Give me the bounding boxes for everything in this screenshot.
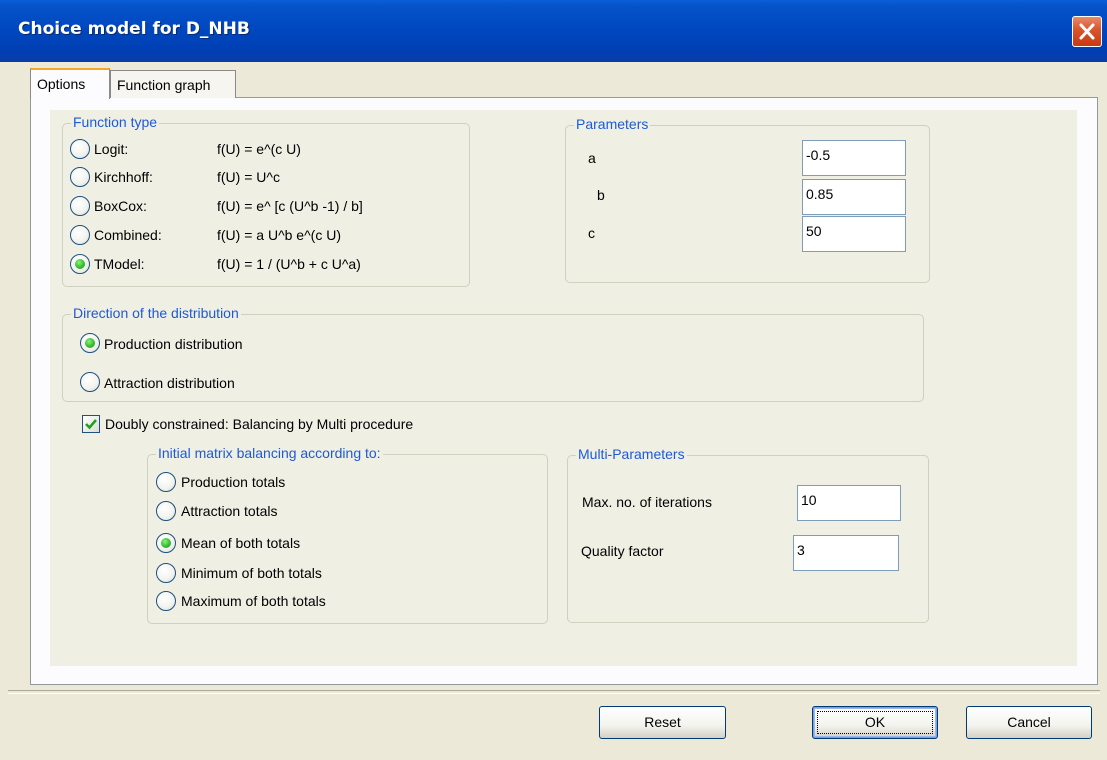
multi-parameters-label: Multi-Parameters (576, 446, 687, 462)
ok-button[interactable]: OK (812, 706, 938, 739)
boxcox-formula: f(U) = e^ [c (U^b -1) / b] (217, 198, 363, 214)
ok-button-label: OK (864, 714, 886, 730)
max-iterations-label: Max. no. of iterations (582, 494, 712, 510)
maximum-totals-label: Maximum of both totals (181, 593, 326, 609)
close-button[interactable] (1072, 16, 1102, 47)
param-c-label: c (588, 225, 595, 241)
max-iterations-input[interactable]: 10 (797, 485, 901, 521)
radio-tmodel[interactable] (70, 254, 90, 274)
cancel-button-label: Cancel (1007, 714, 1051, 730)
parameters-label: Parameters (574, 116, 651, 132)
doubly-constrained-label: Doubly constrained: Balancing by Multi p… (105, 416, 414, 432)
attraction-distribution-label: Attraction distribution (104, 375, 235, 391)
tab-function-graph[interactable]: Function graph (110, 70, 236, 98)
radio-mean-totals[interactable] (156, 533, 176, 553)
options-area: Function type Logit: f(U) = e^(c U) Kirc… (50, 110, 1077, 666)
minimum-totals-label: Minimum of both totals (181, 565, 322, 581)
mean-totals-label: Mean of both totals (181, 535, 301, 551)
quality-factor-input[interactable]: 3 (793, 535, 899, 571)
param-b-label: b (597, 187, 605, 203)
radio-maximum-totals[interactable] (156, 591, 176, 611)
tab-options-label: Options (37, 76, 86, 92)
footer-separator (8, 690, 1100, 694)
quality-factor-label: Quality factor (581, 543, 664, 559)
reset-button[interactable]: Reset (599, 706, 726, 739)
radio-logit[interactable] (70, 139, 90, 159)
radio-combined[interactable] (70, 225, 90, 245)
radio-production-distribution[interactable] (80, 333, 100, 353)
close-icon (1079, 23, 1095, 40)
radio-production-totals[interactable] (156, 472, 176, 492)
combined-formula: f(U) = a U^b e^(c U) (217, 227, 341, 243)
window-title: Choice model for D_NHB (18, 19, 250, 39)
combined-label: Combined: (94, 227, 162, 243)
radio-boxcox[interactable] (70, 196, 90, 216)
initial-balancing-label: Initial matrix balancing according to: (156, 445, 383, 461)
cancel-button[interactable]: Cancel (966, 706, 1092, 739)
checkmark-icon (85, 419, 97, 430)
direction-label: Direction of the distribution (71, 305, 241, 321)
radio-attraction-totals[interactable] (156, 501, 176, 521)
function-type-label: Function type (71, 114, 160, 130)
kirchhoff-formula: f(U) = U^c (217, 169, 280, 185)
kirchhoff-label: Kirchhoff: (94, 169, 153, 185)
production-distribution-label: Production distribution (104, 336, 243, 352)
attraction-totals-label: Attraction totals (181, 503, 278, 519)
logit-formula: f(U) = e^(c U) (217, 141, 301, 157)
title-bar[interactable]: Choice model for D_NHB (0, 0, 1107, 62)
tmodel-formula: f(U) = 1 / (U^b + c U^a) (217, 256, 361, 272)
tab-function-graph-label: Function graph (117, 77, 211, 93)
radio-kirchhoff[interactable] (70, 167, 90, 187)
production-totals-label: Production totals (181, 474, 286, 490)
boxcox-label: BoxCox: (94, 198, 147, 214)
doubly-constrained-checkbox[interactable] (82, 415, 100, 433)
radio-attraction-distribution[interactable] (80, 372, 100, 392)
logit-label: Logit: (94, 141, 129, 157)
reset-button-label: Reset (644, 714, 681, 730)
tmodel-label: TModel: (94, 256, 145, 272)
param-a-label: a (588, 150, 596, 166)
param-c-input[interactable]: 50 (802, 216, 906, 252)
tab-options[interactable]: Options (30, 68, 110, 99)
radio-minimum-totals[interactable] (156, 563, 176, 583)
param-a-input[interactable]: -0.5 (802, 140, 906, 176)
param-b-input[interactable]: 0.85 (802, 179, 906, 215)
